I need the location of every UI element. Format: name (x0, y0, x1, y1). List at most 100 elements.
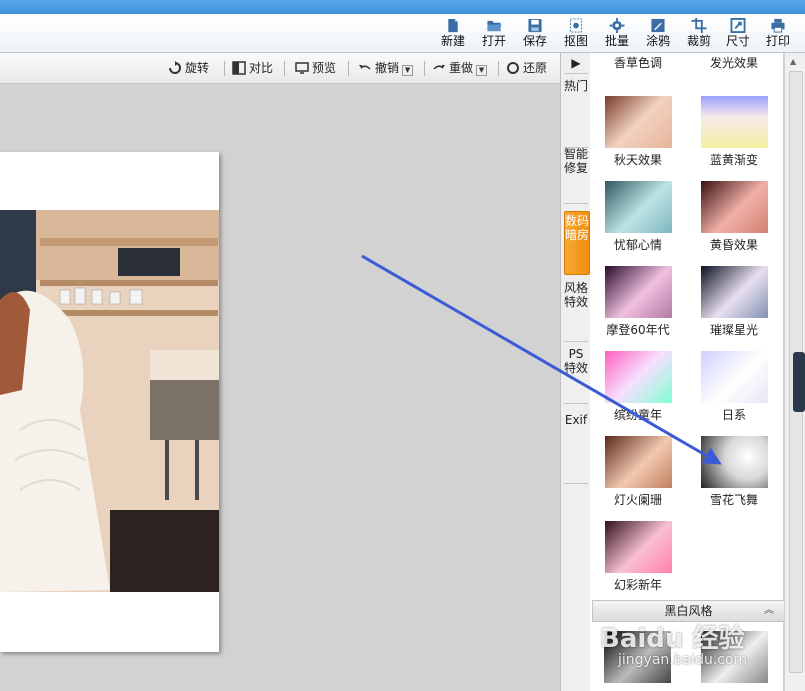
effect-name: 忧郁心情 (613, 238, 662, 252)
effect-name: 雪花飞舞 (709, 493, 758, 507)
preview-button[interactable]: 预览 (295, 59, 336, 77)
effect-item[interactable]: 日系 (694, 351, 774, 423)
divider (424, 61, 425, 76)
redo-dropdown-icon[interactable]: ▼ (476, 65, 488, 76)
effect-name: 璀璨星光 (709, 323, 758, 337)
effect-name: 摩登60年代 (606, 323, 670, 337)
effect-item[interactable]: 秋天效果 (598, 96, 678, 168)
tab-smart-repair[interactable]: 智能修复 (564, 147, 588, 204)
side-edge-handle[interactable] (793, 352, 805, 412)
cutout-icon (569, 18, 583, 33)
effect-thumbnail (700, 96, 768, 148)
restore-label: 还原 (523, 61, 548, 75)
effect-item[interactable]: 摩登60年代 (598, 266, 678, 338)
compare-label: 对比 (249, 61, 274, 75)
print-label: 打印 (765, 34, 790, 48)
effect-item[interactable]: 忧郁心情 (598, 181, 678, 253)
divider (224, 61, 225, 76)
effect-item[interactable]: 香草色调 (598, 51, 678, 71)
undo-button[interactable]: 撤销 ▼ (358, 59, 414, 77)
effect-thumbnail (604, 436, 672, 488)
watermark-url-text: jingyan.baidu.com (618, 652, 748, 668)
tab-style-effects-label: 风格特效 (564, 281, 589, 309)
edit-subtoolbar: 旋转 对比 预览 撤销 ▼ 重做 ▼ 还原 (0, 53, 560, 84)
collapse-chevron-icon[interactable]: ︽ (764, 601, 774, 621)
crop-button[interactable]: 裁剪 (681, 16, 717, 50)
crop-label: 裁剪 (686, 34, 711, 48)
restore-button[interactable]: 还原 (506, 59, 547, 77)
tab-smart-repair-label: 智能修复 (564, 147, 589, 175)
print-button[interactable]: 打印 (760, 16, 796, 50)
tab-exif-label: Exif (564, 413, 588, 427)
effect-thumbnail (604, 96, 672, 148)
effect-name: 香草色调 (613, 56, 662, 70)
open-label: 打开 (481, 34, 506, 48)
cutout-button[interactable]: 抠图 (558, 16, 594, 50)
effect-item[interactable]: 缤纷童年 (598, 351, 678, 423)
effect-thumbnail (604, 181, 672, 233)
undo-dropdown-icon[interactable]: ▼ (402, 65, 414, 76)
tab-ps-effects-label: PS特效 (564, 347, 589, 375)
compare-button[interactable]: 对比 (232, 59, 273, 77)
doodle-label: 涂鸦 (645, 34, 670, 48)
batch-gear-icon (609, 18, 625, 33)
resize-button[interactable]: 尺寸 (720, 16, 756, 50)
undo-label: 撤销 (375, 61, 400, 75)
effect-item[interactable]: 幻彩新年 (598, 521, 678, 593)
redo-button[interactable]: 重做 ▼ (432, 59, 488, 77)
rotate-label: 旋转 (185, 61, 210, 75)
effect-item[interactable]: 灯火阑珊 (598, 436, 678, 508)
effect-item[interactable]: 蓝黄渐变 (694, 96, 774, 168)
effect-thumbnail (604, 266, 672, 318)
editing-canvas[interactable] (0, 84, 560, 691)
effect-item[interactable]: 雪花飞舞 (694, 436, 774, 508)
batch-label: 批量 (604, 34, 629, 48)
batch-button[interactable]: 批量 (599, 16, 635, 50)
effect-thumbnail (700, 436, 768, 488)
collapse-arrow-icon: ▶ (571, 56, 581, 70)
cutout-label: 抠图 (563, 34, 588, 48)
effects-panel: 香草色调 发光效果 秋天效果 蓝黄渐变 忧郁心情 黄昏效果 摩登60年代 璀璨星… (590, 53, 783, 691)
tab-hot[interactable]: 热门 (564, 75, 588, 148)
effect-item[interactable]: 黄昏效果 (694, 181, 774, 253)
collapse-panel-button[interactable]: ▶ (564, 53, 588, 74)
tab-digital-darkroom[interactable]: 数码暗房 (564, 211, 590, 275)
doodle-button[interactable]: 涂鸦 (640, 16, 676, 50)
save-button[interactable]: 保存 (517, 16, 553, 50)
photo-cafe-girl-image (0, 210, 219, 592)
new-label: 新建 (440, 34, 465, 48)
open-button[interactable]: 打开 (476, 16, 512, 50)
effect-name: 蓝黄渐变 (709, 153, 758, 167)
edited-photo (0, 210, 219, 592)
scroll-up-icon[interactable]: ▲ (790, 57, 796, 66)
effect-thumbnail (700, 181, 768, 233)
crop-icon (691, 18, 707, 33)
resize-icon (730, 18, 746, 33)
open-folder-icon (487, 20, 502, 32)
effect-thumbnail (700, 351, 768, 403)
main-toolbar: 新建 打开 保存 抠图 批量 涂鸦 裁剪 尺寸 打印 (0, 14, 805, 53)
effect-thumbnail (700, 266, 768, 318)
watermark-url: jingyan.baidu.com (618, 652, 747, 668)
effect-name: 灯火阑珊 (613, 493, 662, 507)
effect-thumbnail (604, 521, 672, 573)
tab-style-effects[interactable]: 风格特效 (564, 281, 588, 342)
effect-name: 黄昏效果 (709, 238, 758, 252)
watermark-text: Baidu 经验 (600, 624, 745, 654)
new-button[interactable]: 新建 (435, 16, 471, 50)
save-icon (528, 18, 542, 33)
effect-item[interactable]: 璀璨星光 (694, 266, 774, 338)
rotate-button[interactable]: 旋转 (168, 59, 209, 77)
tab-exif[interactable]: Exif (564, 413, 588, 484)
resize-label: 尺寸 (725, 34, 750, 48)
redo-icon (433, 65, 445, 70)
redo-label: 重做 (449, 61, 474, 75)
save-label: 保存 (522, 34, 547, 48)
category-tabs: ▶ 热门 智能修复 数码暗房 风格特效 PS特效 Exif (560, 53, 591, 691)
new-file-icon (448, 18, 458, 33)
preview-label: 预览 (312, 61, 337, 75)
effect-item[interactable]: 发光效果 (694, 51, 774, 71)
image-page (0, 152, 219, 652)
effect-name: 日系 (721, 408, 746, 422)
tab-ps-effects[interactable]: PS特效 (564, 347, 588, 404)
